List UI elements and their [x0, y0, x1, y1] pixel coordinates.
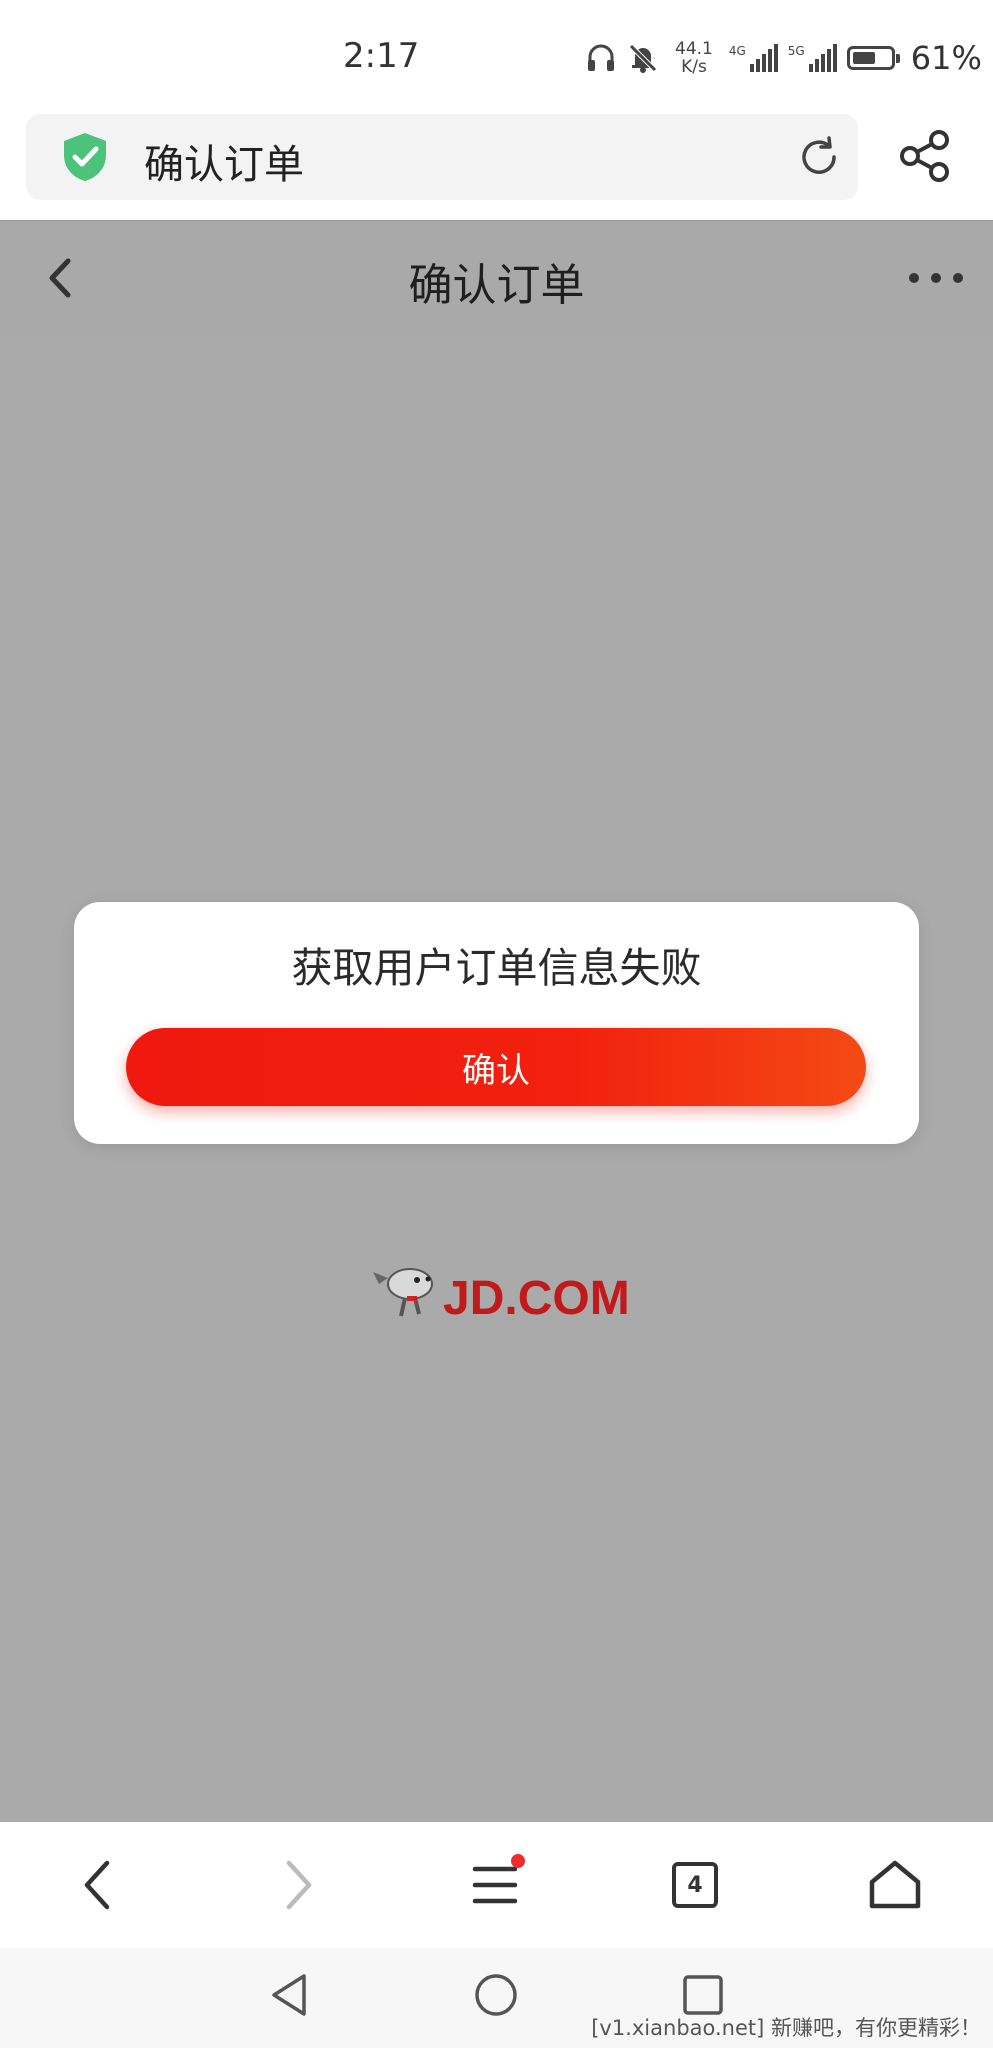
toolbar-home-button[interactable] — [862, 1852, 928, 1918]
status-time: 2:17 — [343, 36, 420, 76]
signal-sim1-icon: 4G — [729, 44, 778, 72]
nav-home-icon[interactable] — [471, 1970, 521, 2020]
network-speed-value: 44.1 — [675, 39, 713, 59]
sim1-network-tag: 4G — [728, 44, 746, 58]
mute-bell-icon — [629, 44, 657, 73]
watermark-text: [v1.xianbao.net] 新赚吧，有你更精彩！ — [591, 2016, 981, 2040]
address-bar-title: 确认订单 — [144, 142, 304, 188]
toolbar-forward-button[interactable] — [266, 1852, 332, 1918]
system-nav-bar: [v1.xianbao.net] 新赚吧，有你更精彩！ — [0, 1948, 993, 2048]
tab-count: 4 — [672, 1862, 718, 1908]
page-header: 确认订单 — [0, 220, 993, 336]
address-bar[interactable]: 确认订单 — [26, 114, 858, 200]
toolbar-back-button[interactable] — [64, 1852, 130, 1918]
sim2-network-tag: 5G — [787, 44, 805, 58]
error-dialog: 获取用户订单信息失败 确认 — [74, 902, 919, 1144]
status-bar: 2:17 44.1 K/s 4G 5G 61% — [0, 0, 993, 110]
share-icon[interactable] — [896, 126, 956, 186]
page-title: 确认订单 — [408, 260, 585, 311]
toolbar-menu-button[interactable] — [463, 1852, 529, 1918]
network-speed-unit: K/s — [681, 57, 707, 77]
menu-notification-dot — [511, 1854, 525, 1868]
page-content-overlay: JD.COM 获取用户订单信息失败 确认 — [0, 335, 993, 1823]
signal-sim2-icon: 5G — [788, 44, 837, 72]
battery-fill — [852, 52, 875, 64]
refresh-icon[interactable] — [796, 134, 842, 180]
toolbar-tabs-button[interactable]: 4 — [662, 1852, 728, 1918]
battery-percent: 61% — [910, 39, 982, 77]
battery-icon — [846, 46, 900, 70]
menu-icon — [472, 1866, 518, 1904]
back-icon — [84, 1860, 110, 1910]
more-options-icon[interactable] — [906, 269, 966, 287]
nav-back-icon[interactable] — [264, 1970, 314, 2020]
jd-logo: JD.COM — [373, 1268, 630, 1325]
confirm-button[interactable]: 确认 — [126, 1028, 866, 1106]
browser-toolbar: 4 — [0, 1822, 993, 1948]
network-speed: 44.1 K/s — [675, 40, 713, 76]
security-shield-icon[interactable] — [60, 131, 110, 183]
status-icons: 44.1 K/s 4G 5G 61% — [585, 36, 982, 80]
jd-logo-text: JD.COM — [443, 1272, 630, 1325]
headphones-icon — [588, 44, 614, 71]
home-icon — [869, 1860, 921, 1909]
dialog-message: 获取用户订单信息失败 — [291, 944, 702, 992]
forward-icon — [286, 1860, 312, 1910]
